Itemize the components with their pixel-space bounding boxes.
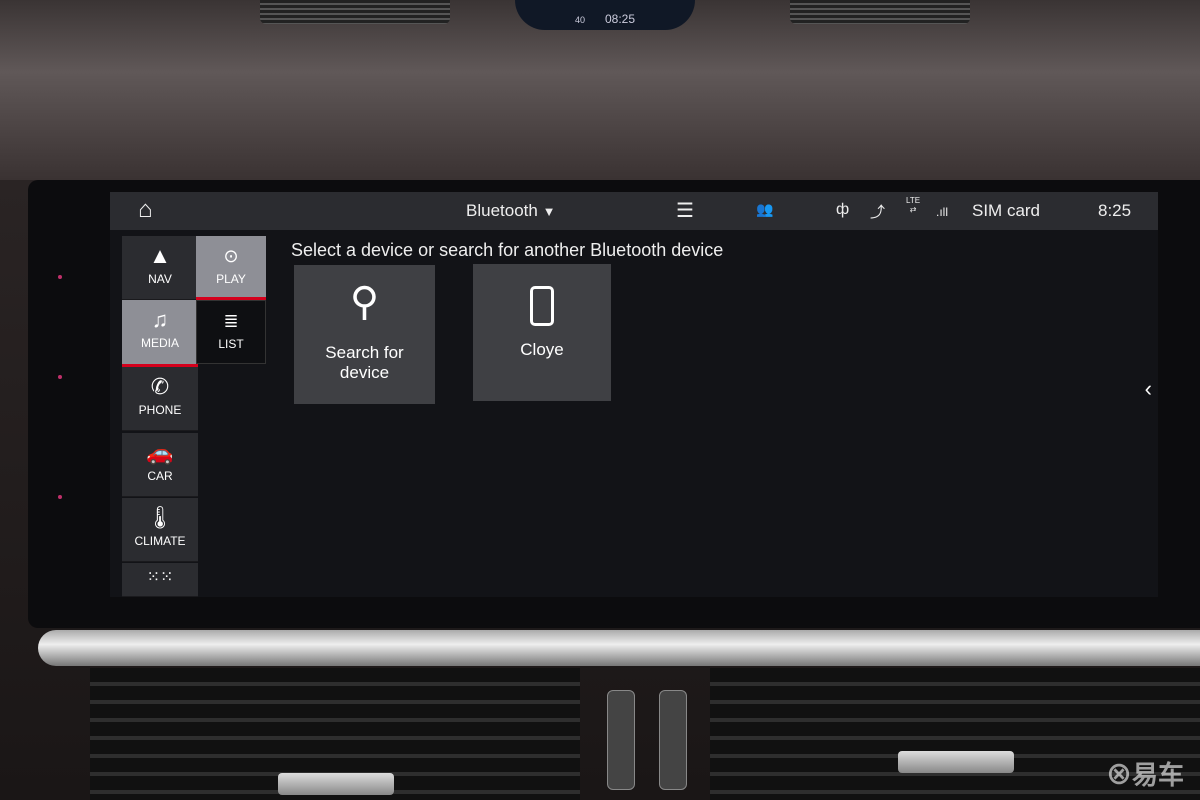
chevron-down-icon: ▼ xyxy=(542,204,556,219)
play-circle-icon: ⊙ xyxy=(223,246,239,266)
music-note-icon: ♫ xyxy=(151,307,169,332)
tile-label: Search for device xyxy=(325,343,404,382)
sidebar-item-label: PHONE xyxy=(138,403,182,417)
chrome-trim xyxy=(38,630,1200,666)
infotainment-screen: ⌂ Bluetooth ▼ ☰ 👥 ф ⤴ LTE ⇄ .ıll SIM card… xyxy=(110,192,1158,597)
status-bar: ⌂ Bluetooth ▼ ☰ 👥 ф ⤴ LTE ⇄ .ıll SIM card… xyxy=(110,192,1158,230)
sim-status: SIM card xyxy=(972,201,1041,220)
voice-control-icon[interactable]: 👥 xyxy=(756,201,773,218)
chevron-left-icon[interactable]: ‹ xyxy=(1145,376,1152,402)
tile-label: Cloye xyxy=(520,340,564,359)
page-heading: Select a device or search for another Bl… xyxy=(291,240,724,260)
sidebar-item-label: NAV xyxy=(148,272,172,286)
home-icon[interactable]: ⌂ xyxy=(138,196,153,224)
submenu-item-list[interactable]: ≣ LIST xyxy=(196,300,266,364)
submenu-item-label: PLAY xyxy=(216,272,246,286)
car-icon: 🚗 xyxy=(146,440,174,465)
network-type: LTE xyxy=(906,196,921,205)
device-tile-cloye[interactable]: Cloye xyxy=(473,264,611,401)
top-vent xyxy=(790,0,970,24)
search-icon: ⚲ xyxy=(349,280,380,324)
phone-icon: ✆ xyxy=(150,374,170,399)
cluster-time: 08:25 xyxy=(604,12,636,26)
menu-list-icon[interactable]: ☰ xyxy=(676,198,694,223)
watermark-text: 易车 xyxy=(1131,760,1184,790)
thermometer-icon: 🌡 xyxy=(146,505,174,530)
apps-grid-icon: ⁙⁙ xyxy=(146,569,174,586)
wireless-charging-icon: ф xyxy=(836,201,850,218)
vent-slider-left[interactable] xyxy=(278,773,394,795)
source-dropdown[interactable]: Bluetooth ▼ xyxy=(466,201,555,221)
sidebar-item-label: CLIMATE xyxy=(134,534,186,548)
sidebar-item-nav[interactable]: ▲ NAV xyxy=(122,236,198,300)
lock-button[interactable] xyxy=(659,690,687,790)
instrument-cluster: 40 08:25 xyxy=(515,0,695,30)
submenu-item-play[interactable]: ⊙ PLAY xyxy=(196,236,266,300)
sidebar-item-climate[interactable]: 🌡 CLIMATE xyxy=(122,498,198,562)
list-icon: ≣ xyxy=(223,311,239,331)
watermark: ⊗易车 xyxy=(1105,760,1184,790)
sidebar-item-phone[interactable]: ✆ PHONE xyxy=(122,367,198,431)
clock: 8:25 xyxy=(1098,201,1132,220)
speed-tick: 40 xyxy=(574,15,585,25)
navigation-arrow-icon: ▲ xyxy=(149,243,171,268)
search-device-tile[interactable]: ⚲ Search for device xyxy=(294,265,435,404)
submenu-item-label: LIST xyxy=(218,337,244,351)
top-vent xyxy=(260,0,450,24)
sidebar-item-car[interactable]: 🚗 CAR xyxy=(122,433,198,497)
sidebar-item-label: MEDIA xyxy=(140,336,179,350)
lte-data-icon: LTE ⇄ xyxy=(906,196,921,214)
sidebar-item-apps[interactable]: ⁙⁙ xyxy=(122,563,198,597)
sidebar-item-media[interactable]: ♫ MEDIA xyxy=(122,300,198,367)
signal-strength-icon: .ıll xyxy=(936,205,948,219)
sidebar-item-label: CAR xyxy=(147,469,173,483)
smartphone-icon xyxy=(530,286,554,326)
hazard-button[interactable] xyxy=(607,690,635,790)
source-label: Bluetooth xyxy=(466,201,538,220)
seat-climate-icon: ⤴ xyxy=(870,204,886,221)
vent-slider-right[interactable] xyxy=(898,751,1014,773)
